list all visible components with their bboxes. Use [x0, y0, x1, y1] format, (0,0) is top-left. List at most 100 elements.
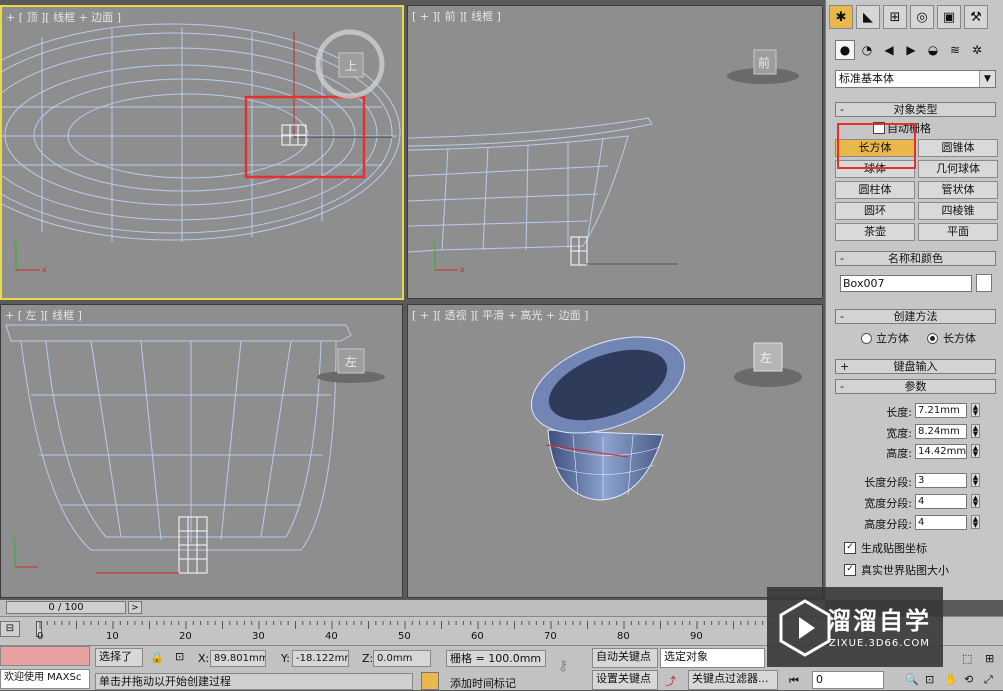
zoom-region-icon[interactable]: ⬚ — [962, 652, 972, 665]
watermark-logo-icon — [779, 599, 831, 657]
box-radio-label: 长方体 — [943, 332, 976, 345]
viewcube-left-label[interactable]: 左 — [345, 353, 357, 370]
utilities-tab-icon[interactable]: ⚒ — [964, 5, 988, 29]
length-segs-spinner[interactable]: ▲ ▼ — [971, 473, 980, 487]
length-label: 长度: — [886, 406, 912, 419]
rollout-object-type[interactable]: - 对象类型 — [835, 102, 996, 117]
systems-icon[interactable]: ✲ — [967, 40, 987, 60]
cube-radio[interactable] — [861, 333, 872, 344]
collapse-icon: - — [840, 380, 844, 393]
rollout-keyboard-label: 键盘输入 — [893, 360, 938, 373]
height-field[interactable]: 14.42mm — [915, 444, 967, 459]
key-icon[interactable]: ⚷ — [558, 658, 568, 674]
rollout-creation-method[interactable]: - 创建方法 — [835, 309, 996, 324]
rollout-creation-label: 创建方法 — [893, 310, 938, 323]
lights-icon[interactable]: ◀ — [879, 40, 899, 60]
svg-text:z: z — [12, 534, 16, 543]
orbit-icon[interactable]: ⟲ — [964, 673, 973, 686]
height-label: 高度: — [886, 447, 912, 460]
maxscript-listener-pink[interactable] — [0, 646, 90, 666]
height-segs-field[interactable]: 4 — [915, 515, 967, 530]
category-dropdown-value: 标准基本体 — [839, 72, 894, 85]
rollout-keyboard-entry[interactable]: + 键盘输入 — [835, 359, 996, 374]
time-slider[interactable]: 0 / 100 — [6, 601, 126, 614]
selected-object-dropdown[interactable]: 选定对象 — [660, 648, 765, 668]
box-radio[interactable] — [927, 333, 938, 344]
zoom-icon[interactable]: 🔍 — [905, 673, 919, 686]
annotation-box-panel — [837, 123, 916, 169]
watermark-url: ZIXUE.3D66.COM — [829, 638, 930, 649]
auto-key-button[interactable]: 自动关键点 — [592, 648, 658, 668]
set-key-button[interactable]: 设置关键点 — [592, 670, 658, 690]
key-filters-button[interactable]: 关键点过滤器... — [688, 670, 778, 690]
rollout-object-type-label: 对象类型 — [893, 103, 938, 116]
height-spinner[interactable]: ▲ ▼ — [971, 444, 980, 458]
time-tag-icon[interactable] — [421, 672, 439, 690]
rollout-name-color[interactable]: - 名称和颜色 — [835, 251, 996, 266]
ruler-tick-label: 40 — [325, 631, 338, 642]
width-segs-field[interactable]: 4 — [915, 494, 967, 509]
time-next-button[interactable]: > — [128, 601, 142, 614]
cone-button[interactable]: 圆锥体 — [918, 139, 998, 157]
collapse-icon: - — [840, 103, 844, 116]
absolute-mode-icon[interactable]: ⊡ — [175, 650, 184, 663]
rollout-name-color-label: 名称和颜色 — [888, 252, 943, 265]
teapot-button[interactable]: 茶壶 — [835, 223, 915, 241]
geosphere-button[interactable]: 几何球体 — [918, 160, 998, 178]
viewcube-persp-label[interactable]: 左 — [760, 349, 772, 366]
cylinder-button[interactable]: 圆柱体 — [835, 181, 915, 199]
maximize-viewport-icon[interactable]: ⤢ — [984, 673, 993, 687]
rollout-parameters[interactable]: - 参数 — [835, 379, 996, 394]
viewport-perspective[interactable]: [ + ][ 透视 ][ 平滑 + 高光 + 边面 ] 左 — [407, 304, 823, 598]
z-coord-field[interactable]: 0.0mm — [373, 650, 431, 667]
ruler-tick-label: 60 — [471, 631, 484, 642]
svg-text:z: z — [432, 237, 436, 246]
spacewarps-icon[interactable]: ≋ — [945, 40, 965, 60]
object-name-field[interactable]: Box007 — [840, 275, 972, 292]
torus-button[interactable]: 圆环 — [835, 202, 915, 220]
maxscript-listener[interactable]: 欢迎使用 MAXSc — [0, 669, 90, 689]
category-dropdown[interactable]: 标准基本体 ▼ — [835, 70, 996, 88]
length-segs-field[interactable]: 3 — [915, 473, 967, 488]
create-tab-icon[interactable]: ✱ — [829, 5, 853, 29]
viewcube-front-label[interactable]: 前 — [758, 54, 770, 71]
chevron-down-icon[interactable]: ▼ — [979, 71, 995, 87]
real-world-map-checkbox[interactable]: ✓ — [844, 564, 856, 576]
viewport-top[interactable]: + [ 顶 ][ 线框 + 边面 ] y x 上 — [0, 5, 404, 300]
height-segs-spinner[interactable]: ▲ ▼ — [971, 515, 980, 529]
pyramid-button[interactable]: 四棱锥 — [918, 202, 998, 220]
shapes-icon[interactable]: ◔ — [857, 40, 877, 60]
key-filter-icon[interactable]: ⤴ — [665, 673, 676, 689]
current-frame-field[interactable]: 0 — [812, 671, 884, 689]
modify-tab-icon[interactable]: ◣ — [856, 5, 880, 29]
viewport-front[interactable]: [ + ][ 前 ][ 线框 ] z x 前 — [407, 5, 823, 299]
top-wireframe: y x — [2, 23, 401, 274]
x-coord-field[interactable]: 89.801mm — [210, 650, 266, 667]
hierarchy-tab-icon[interactable]: ⊞ — [883, 5, 907, 29]
width-segs-spinner[interactable]: ▲ ▼ — [971, 494, 980, 508]
plane-button[interactable]: 平面 — [918, 223, 998, 241]
pan-icon[interactable]: ✋ — [944, 673, 958, 686]
viewcube-top-label[interactable]: 上 — [345, 57, 357, 74]
prompt-line: 单击并拖动以开始创建过程 — [95, 673, 413, 690]
lock-icon[interactable]: 🔒 — [150, 651, 164, 664]
gen-map-coords-checkbox[interactable]: ✓ — [844, 542, 856, 554]
y-label: Y: — [281, 652, 290, 665]
left-wireframe: z — [5, 324, 385, 574]
helpers-icon[interactable]: ◒ — [923, 40, 943, 60]
object-color-swatch[interactable] — [976, 274, 992, 292]
length-spinner[interactable]: ▲ ▼ — [971, 403, 980, 417]
tube-button[interactable]: 管状体 — [918, 181, 998, 199]
length-field[interactable]: 7.21mm — [915, 403, 967, 418]
width-spinner[interactable]: ▲ ▼ — [971, 424, 980, 438]
y-coord-field[interactable]: -18.122mm — [292, 650, 349, 667]
viewport-left[interactable]: + [ 左 ][ 线框 ] z 左 — [0, 304, 403, 598]
goto-start-icon[interactable]: ⏮ — [789, 674, 799, 688]
width-field[interactable]: 8.24mm — [915, 424, 967, 439]
geometry-icon[interactable]: ● — [835, 40, 855, 60]
cameras-icon[interactable]: ▶ — [901, 40, 921, 60]
zoom-all-icon[interactable]: ⊞ — [985, 652, 994, 665]
display-tab-icon[interactable]: ▣ — [937, 5, 961, 29]
zoom-extents-icon[interactable]: ⊡ — [925, 673, 934, 686]
motion-tab-icon[interactable]: ◎ — [910, 5, 934, 29]
